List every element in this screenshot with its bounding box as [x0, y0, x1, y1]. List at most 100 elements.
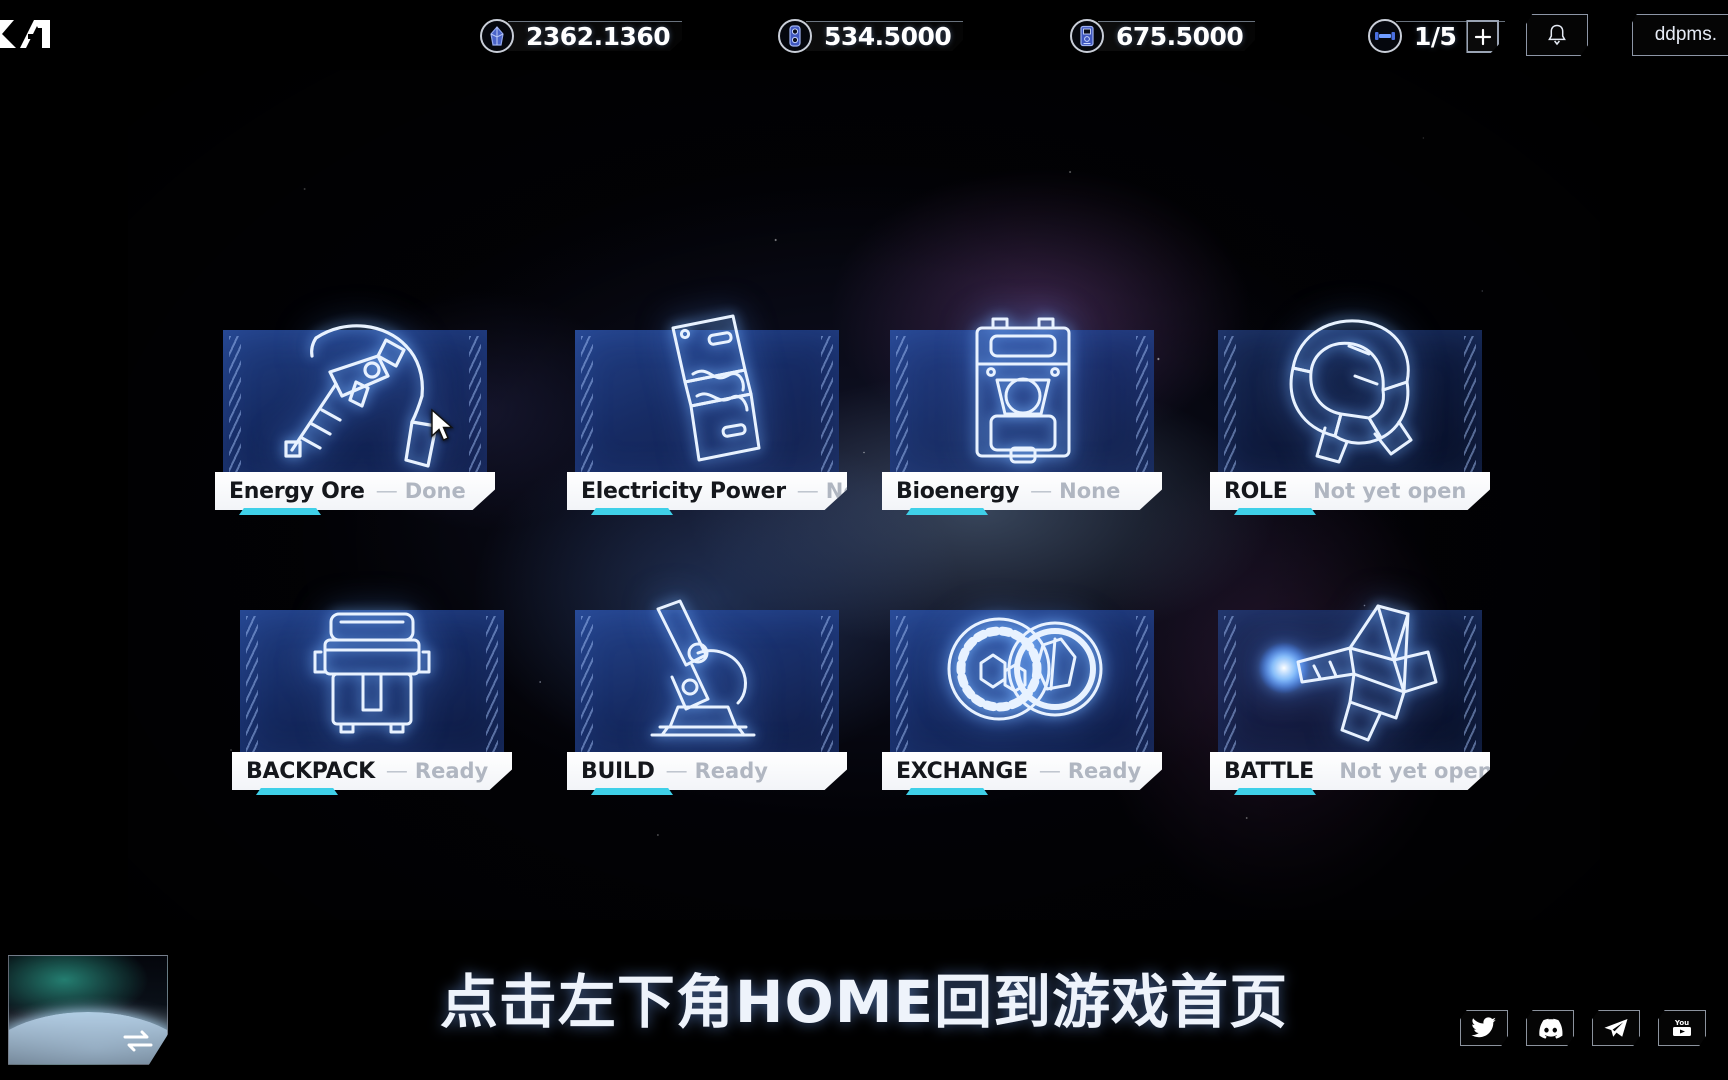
- card-body: [240, 610, 504, 760]
- module-card-exchange[interactable]: EXCHANGE — Ready: [872, 610, 1172, 795]
- card-body: [890, 330, 1154, 480]
- card-separator: —: [797, 479, 818, 502]
- username-label: ddpms.: [1654, 24, 1717, 45]
- card-progress-bar: [591, 788, 673, 795]
- card-body: [575, 610, 839, 760]
- stamina-value: 1/5: [1414, 22, 1457, 51]
- card-status: Ready: [694, 759, 768, 783]
- card-separator: —: [1039, 759, 1060, 782]
- card-rail-left: [246, 616, 258, 754]
- card-separator: [1326, 760, 1332, 783]
- card-rail-left: [229, 336, 241, 474]
- card-progress-bar: [1234, 508, 1316, 515]
- bioenergy-value-plate: 675.5000: [1098, 21, 1256, 51]
- telegram-icon[interactable]: [1592, 1010, 1640, 1046]
- card-label-bar: ROLE Not yet open: [1210, 472, 1490, 510]
- card-label-bar: Electricity Power — None: [567, 472, 847, 510]
- card-progress-bar: [1234, 788, 1316, 795]
- card-progress-bar: [906, 788, 988, 795]
- card-body: [1218, 330, 1482, 480]
- card-title: Bioenergy: [896, 478, 1020, 504]
- module-card-backpack[interactable]: BACKPACK — Ready: [222, 610, 522, 795]
- svg-text:You: You: [1674, 1019, 1689, 1027]
- module-card-bioenergy[interactable]: Bioenergy — None: [872, 317, 1172, 515]
- card-rail-left: [896, 616, 908, 754]
- module-grid: Energy Ore — Done Electricity Power — No…: [0, 0, 1728, 1080]
- card-label-bar: EXCHANGE — Ready: [882, 752, 1162, 790]
- card-rail-right: [821, 336, 833, 474]
- module-card-role[interactable]: ROLE Not yet open: [1200, 319, 1500, 515]
- card-rail-left: [896, 336, 908, 474]
- card-rail-right: [1136, 616, 1148, 754]
- card-title: BACKPACK: [246, 758, 375, 784]
- card-rail-right: [1464, 616, 1476, 754]
- scene-preview-thumbnail[interactable]: [8, 955, 168, 1065]
- notifications-button[interactable]: [1526, 14, 1588, 56]
- electricity-value: 534.5000: [824, 22, 952, 51]
- card-separator: —: [386, 759, 407, 782]
- card-body: [1218, 610, 1482, 760]
- card-body: [890, 610, 1154, 760]
- card-separator: [1300, 480, 1306, 503]
- card-progress-bar: [256, 788, 338, 795]
- module-card-energy-ore[interactable]: Energy Ore — Done: [205, 324, 505, 515]
- card-rail-left: [1224, 616, 1236, 754]
- card-rail-left: [581, 616, 593, 754]
- card-separator: —: [666, 759, 687, 782]
- youtube-icon[interactable]: You: [1658, 1010, 1706, 1046]
- twitter-icon[interactable]: [1460, 1010, 1508, 1046]
- card-status: Not yet open: [1339, 759, 1493, 783]
- top-bar: 2362.1360 534.5000 675.5000 1/5 ddpms.: [0, 0, 1728, 70]
- card-title: Energy Ore: [229, 478, 365, 504]
- resource-electricity[interactable]: 534.5000: [778, 18, 964, 54]
- crystal-value: 2362.1360: [526, 22, 671, 51]
- battery-icon: [778, 19, 812, 53]
- stamina-meter[interactable]: 1/5: [1368, 18, 1506, 54]
- card-progress-bar: [591, 508, 673, 515]
- discord-icon[interactable]: [1526, 1010, 1574, 1046]
- card-label-bar: Bioenergy — None: [882, 472, 1162, 510]
- card-progress-bar: [906, 508, 988, 515]
- resource-crystal[interactable]: 2362.1360: [480, 18, 683, 54]
- card-rail-right: [1464, 336, 1476, 474]
- card-label-bar: BACKPACK — Ready: [232, 752, 512, 790]
- card-status: Done: [404, 479, 466, 503]
- card-status: Ready: [414, 759, 489, 783]
- card-body: [575, 330, 839, 480]
- card-separator: —: [376, 479, 397, 502]
- card-rail-left: [1224, 336, 1236, 474]
- electricity-value-plate: 534.5000: [806, 21, 964, 51]
- card-status: Ready: [1067, 759, 1142, 783]
- card-title: Electricity Power: [581, 478, 786, 504]
- bioenergy-value: 675.5000: [1116, 22, 1244, 51]
- card-title: ROLE: [1224, 478, 1288, 504]
- module-card-build[interactable]: BUILD — Ready: [557, 599, 857, 795]
- game-logo[interactable]: [0, 14, 58, 54]
- card-rail-right: [821, 616, 833, 754]
- swap-arrows-icon: [123, 1030, 153, 1052]
- card-rail-right: [486, 616, 498, 754]
- card-title: BATTLE: [1224, 758, 1314, 784]
- social-links: You: [1460, 1010, 1706, 1046]
- card-separator: —: [1031, 479, 1052, 502]
- card-status: Not yet open: [1313, 479, 1467, 503]
- module-card-battle[interactable]: BATTLE Not yet open: [1200, 604, 1500, 795]
- card-status: None: [1059, 479, 1121, 503]
- game-screen: 2362.1360 534.5000 675.5000 1/5 ddpms. E…: [0, 0, 1728, 1080]
- crystal-icon: [480, 19, 514, 53]
- stamina-plate: 1/5: [1396, 20, 1506, 53]
- card-progress-bar: [239, 508, 321, 515]
- stamina-icon: [1368, 19, 1402, 53]
- bell-icon: [1548, 24, 1566, 46]
- card-body: [223, 330, 487, 480]
- card-rail-right: [1136, 336, 1148, 474]
- card-label-bar: BATTLE Not yet open: [1210, 752, 1490, 790]
- module-card-electricity-power[interactable]: Electricity Power — None: [557, 314, 857, 515]
- crystal-value-plate: 2362.1360: [508, 21, 683, 51]
- card-label-bar: BUILD — Ready: [567, 752, 847, 790]
- add-stamina-button[interactable]: [1466, 20, 1500, 53]
- card-label-bar: Energy Ore — Done: [215, 472, 495, 510]
- card-title: BUILD: [581, 758, 655, 784]
- resource-bioenergy[interactable]: 675.5000: [1070, 18, 1256, 54]
- user-account-button[interactable]: ddpms.: [1631, 14, 1728, 56]
